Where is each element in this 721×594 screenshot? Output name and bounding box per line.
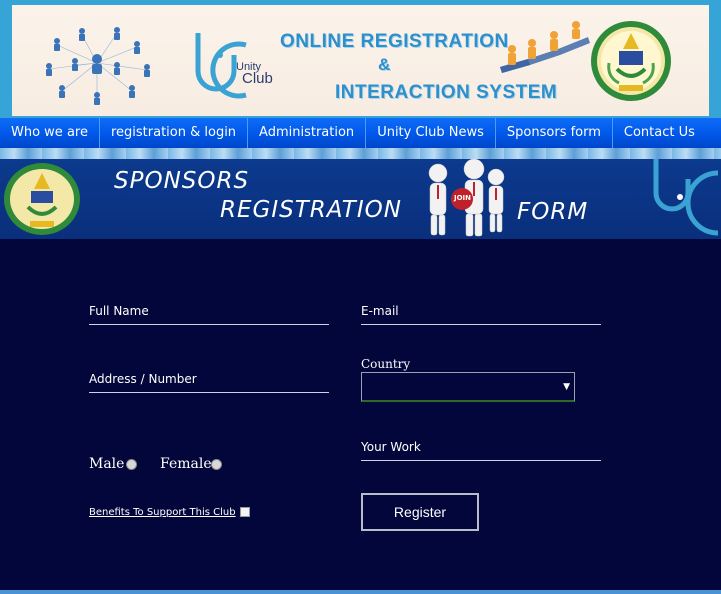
logo-wordmark: Unity Club [236, 62, 273, 87]
address-input[interactable] [89, 368, 333, 392]
benefits-checkbox[interactable] [240, 507, 250, 517]
header-title-line1: ONLINE REGISTRATION [280, 31, 509, 52]
join-badge: JOIN [454, 194, 472, 202]
email-underline [361, 324, 601, 325]
country-label: Country [361, 357, 411, 371]
address-underline [89, 392, 329, 393]
nav-unity-club-news[interactable]: Unity Club News [366, 118, 496, 148]
page: Unity Club ONLINE REGISTRATION & INTERAC… [0, 0, 721, 594]
dropdown-arrow-icon: ▼ [563, 382, 570, 392]
header-title-line3: INTERACTION SYSTEM [335, 82, 558, 103]
work-underline [361, 460, 601, 461]
footer-bar [0, 590, 721, 594]
banner-seal-icon [4, 163, 80, 235]
full-name-underline [89, 324, 329, 325]
country-select[interactable]: ▼ [361, 372, 575, 402]
nav-registration-login[interactable]: registration & login [100, 118, 249, 148]
full-name-input[interactable] [89, 300, 333, 324]
teamwork-puzzle-icon [500, 21, 590, 73]
email-input[interactable] [361, 300, 605, 324]
sponsors-banner: SPONSORS REGISTRATION FORM JOIN [0, 159, 721, 239]
male-label: Male [89, 456, 125, 472]
register-button[interactable]: Register [361, 493, 479, 531]
site-header: Unity Club ONLINE REGISTRATION & INTERAC… [0, 0, 721, 118]
header-banner: Unity Club ONLINE REGISTRATION & INTERAC… [12, 5, 709, 116]
main-nav: Who we are registration & login Administ… [0, 118, 721, 148]
nav-administration[interactable]: Administration [248, 118, 367, 148]
banner-word-form: FORM [517, 199, 589, 225]
nav-who-we-are[interactable]: Who we are [0, 118, 100, 148]
network-people-icon [46, 27, 150, 105]
work-input[interactable] [361, 436, 605, 460]
female-label: Female [160, 456, 212, 472]
banner-word-sponsors: SPONSORS [114, 168, 250, 194]
nav-contact-us[interactable]: Contact Us [613, 118, 706, 148]
national-seal-icon [591, 21, 671, 101]
benefits-link[interactable]: Benefits To Support This Club [89, 507, 236, 518]
header-title-ampersand: & [378, 55, 391, 74]
nav-sponsors-form[interactable]: Sponsors form [496, 118, 613, 148]
female-radio[interactable] [211, 459, 222, 470]
banner-word-registration: REGISTRATION [220, 197, 402, 223]
logo-big-text: Club [242, 70, 273, 87]
decorative-strip [0, 148, 721, 159]
banner-uc-logo-icon [653, 159, 719, 236]
male-radio[interactable] [126, 459, 137, 470]
